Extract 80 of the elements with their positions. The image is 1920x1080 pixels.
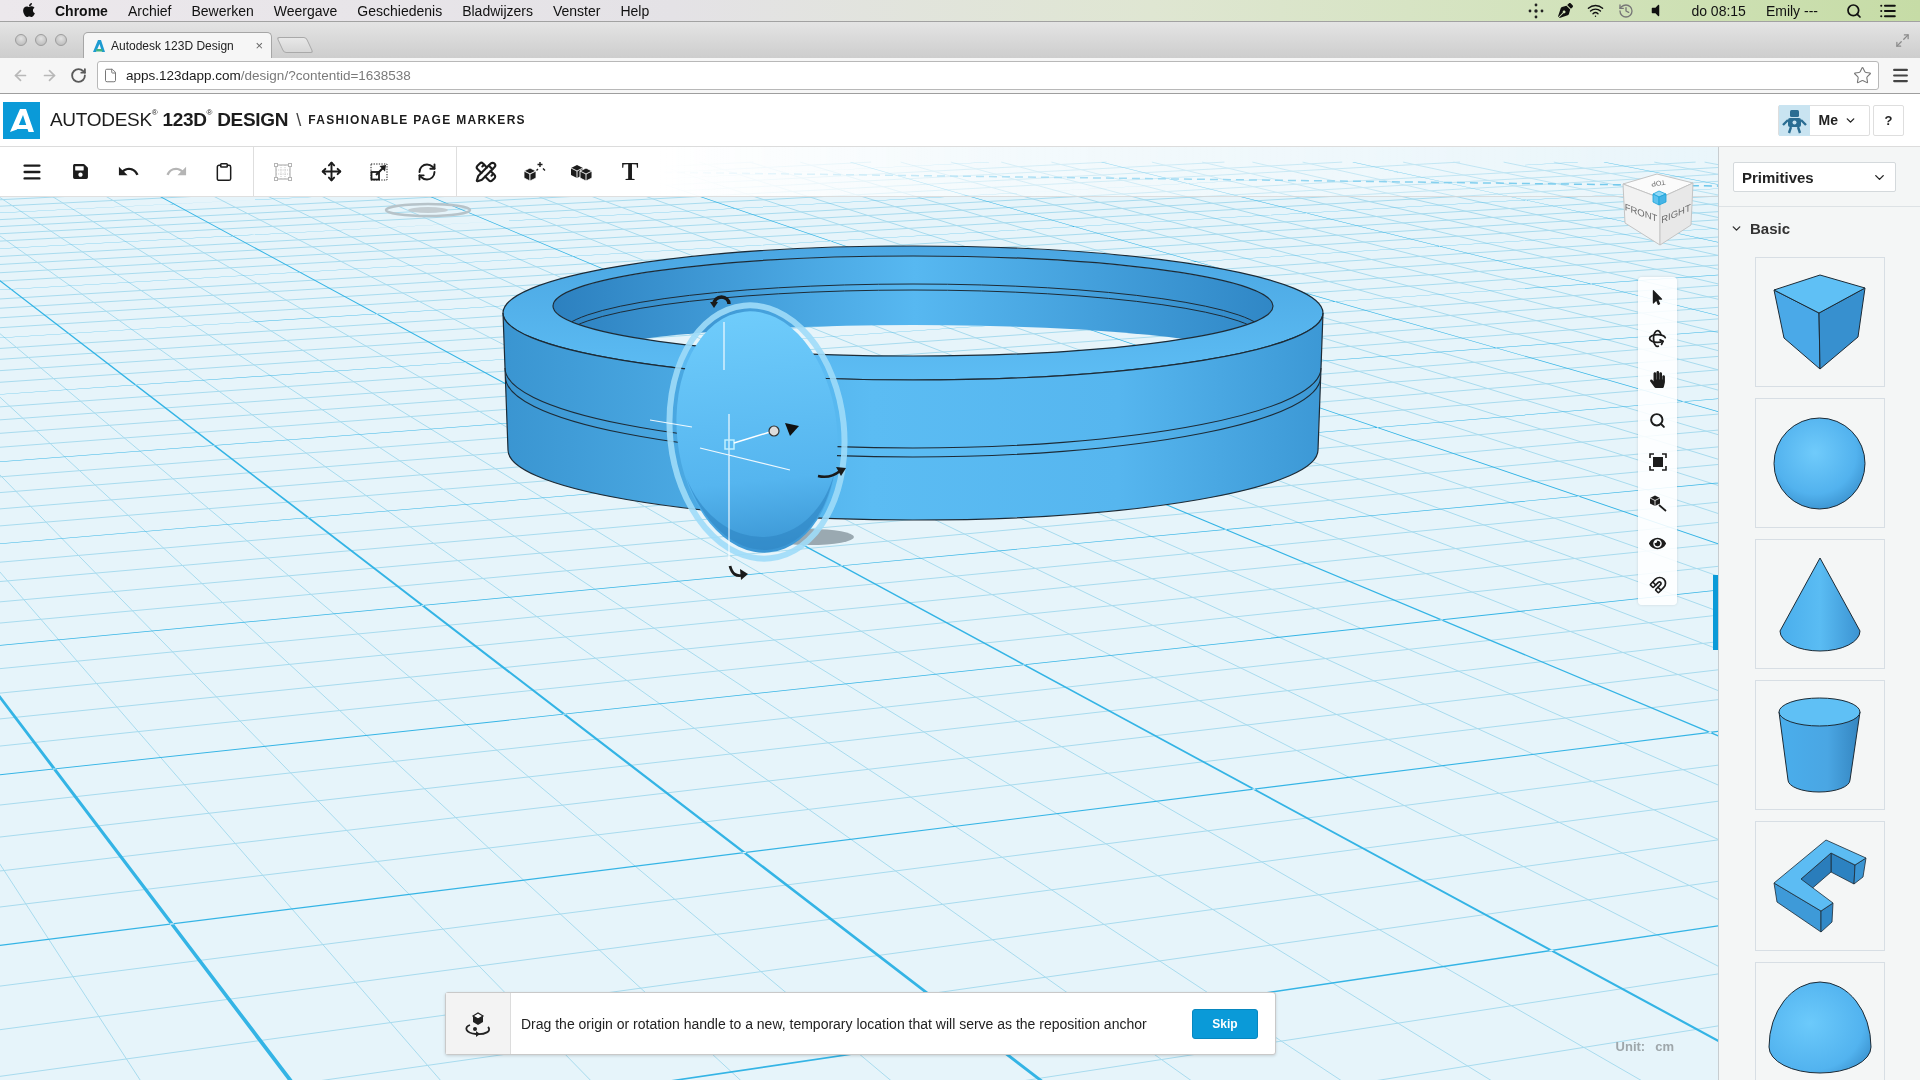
clock-text: do 08:15 — [1691, 2, 1746, 19]
menu-item[interactable]: Bewerken — [181, 0, 264, 21]
reload-button[interactable] — [70, 67, 87, 84]
hemisphere-icon — [1766, 979, 1873, 1075]
sphere-icon — [1773, 416, 1866, 510]
arrow-handle-icon[interactable] — [785, 423, 799, 436]
menu-item[interactable]: Weergave — [263, 0, 348, 21]
reload-icon — [70, 67, 87, 84]
fullscreen-button[interactable] — [1895, 32, 1910, 48]
menu-item[interactable]: Geschiedenis — [347, 0, 453, 21]
dotted-frame-icon — [273, 161, 293, 182]
cursor-arrow-icon — [1650, 290, 1665, 305]
user-menu-button[interactable]: Me — [1777, 104, 1870, 136]
hint-text: Drag the origin or rotation handle to a new, temporary location that will serve as the reposition anchor — [521, 1015, 1148, 1032]
arrow-right-icon — [41, 67, 58, 84]
url-text: apps.123dapp.com/design/?contentid=1638538 — [126, 68, 412, 83]
app-name-menu[interactable]: Chrome — [45, 0, 118, 21]
magnifier-icon — [1649, 412, 1666, 429]
magnet-icon — [1648, 575, 1667, 594]
tab-close-button[interactable]: × — [253, 39, 265, 52]
avatar-icon — [1778, 104, 1810, 136]
primitive-tile[interactable] — [1754, 257, 1885, 387]
primitive-tile[interactable] — [1754, 680, 1885, 810]
bookmark-button[interactable] — [1853, 66, 1872, 85]
logo-icon — [92, 38, 106, 53]
path-separator: \ — [296, 109, 302, 131]
rotate-handle-icon[interactable] — [710, 295, 731, 308]
clipboard-icon — [214, 161, 234, 182]
category-dropdown[interactable]: Primitives — [1733, 162, 1896, 192]
unit-label: Unit: — [1615, 1039, 1646, 1054]
search-icon — [1846, 2, 1862, 19]
apple-icon[interactable] — [21, 1, 37, 18]
user-name-menu[interactable]: Emily --- — [1765, 0, 1818, 21]
unit-value: cm — [1655, 1039, 1674, 1054]
star-icon — [1853, 66, 1872, 85]
fit-frame-icon — [1648, 452, 1667, 471]
primitive-tile[interactable] — [1754, 539, 1885, 669]
hand-icon — [1649, 371, 1666, 388]
browser-menu-button[interactable] — [1891, 66, 1910, 85]
address-field[interactable]: apps.123dapp.com/design/?contentid=1638538 — [97, 61, 1879, 90]
home-cube-icon[interactable] — [1652, 190, 1667, 206]
clock-arrow-icon — [1618, 2, 1635, 19]
eye-icon — [1649, 535, 1666, 552]
status-button[interactable] — [1558, 0, 1574, 21]
menu-icon — [1891, 66, 1910, 85]
project-title: FASHIONABLE PAGE MARKERS — [308, 113, 526, 127]
expand-arrows-icon — [1895, 32, 1910, 48]
circular-arrows-icon — [417, 161, 437, 182]
cube-sparkle-icon — [522, 160, 546, 183]
cube-icon — [1773, 274, 1866, 370]
bracket-shape-icon — [1771, 837, 1868, 935]
browser-tab[interactable]: Autodesk 123D Design × — [83, 32, 272, 58]
scale-handle-icon[interactable] — [733, 425, 780, 444]
arrow-left-icon — [12, 67, 29, 84]
menu-item[interactable]: Archief — [117, 0, 182, 21]
pen-nib-icon — [1558, 3, 1574, 18]
cube-magnifier-icon — [1648, 493, 1667, 512]
primitive-tile[interactable] — [1754, 398, 1885, 528]
rotate-handle-icon[interactable] — [728, 565, 748, 580]
primitive-tile[interactable] — [1754, 821, 1885, 951]
help-button[interactable]: ? — [1873, 104, 1904, 136]
orbit-arrows-icon — [1648, 329, 1667, 348]
menu-item[interactable]: Venster — [542, 0, 611, 21]
ruler-pencil-icon — [475, 160, 497, 183]
cone-icon — [1777, 555, 1862, 653]
primitive-tile[interactable] — [1754, 962, 1885, 1080]
cylinder-icon — [1776, 696, 1863, 794]
panel-toggle-handle[interactable] — [1713, 575, 1718, 650]
rotate-handle-icon[interactable] — [817, 467, 846, 479]
four-way-arrows-icon — [320, 161, 342, 182]
menu-item[interactable]: Help — [610, 0, 660, 21]
text-tool-button[interactable]: T — [606, 151, 654, 192]
logo-icon — [3, 101, 40, 139]
wifi-icon — [1587, 2, 1605, 19]
page-icon — [103, 68, 118, 83]
dotted-cross-icon — [1528, 2, 1545, 19]
cube-face-label: RIGHT — [1661, 201, 1691, 226]
menu-item[interactable]: Bladwijzers — [452, 0, 543, 21]
brand-name: AUTODESK$^{®}$ 123D$^{®}$ DESIGN — [50, 109, 289, 131]
section-header[interactable]: Basic — [1719, 207, 1920, 249]
